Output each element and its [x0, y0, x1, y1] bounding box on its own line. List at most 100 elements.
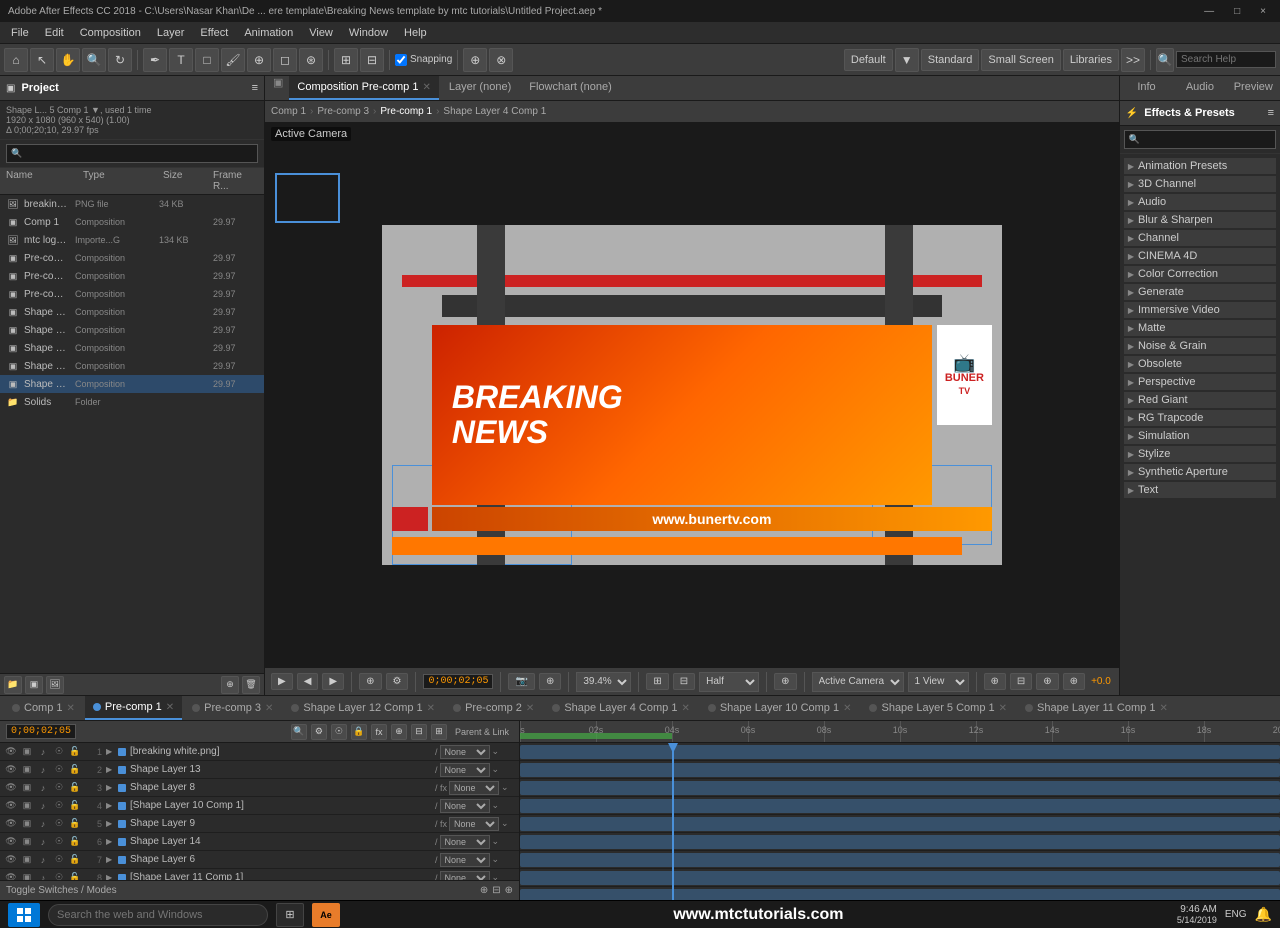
workspace-more[interactable]: >>: [1121, 48, 1145, 72]
breadcrumb-shapelayer4[interactable]: Shape Layer 4 Comp 1: [443, 106, 546, 117]
project-list-item[interactable]: 📁 Solids Folder: [0, 393, 264, 411]
video-btn[interactable]: ▣: [20, 853, 34, 867]
menu-edit[interactable]: Edit: [38, 25, 71, 41]
tl-layer-row[interactable]: 👁 ▣ ♪ ☉ 🔓 7 ▶ Shape Layer 6 / None ⌄: [0, 851, 519, 869]
preview-tab[interactable]: Preview: [1227, 76, 1280, 100]
eraser-tool[interactable]: ◻: [273, 48, 297, 72]
default-workspace[interactable]: Default: [844, 49, 893, 71]
graph-tool[interactable]: ⊟: [360, 48, 384, 72]
solo-btn[interactable]: ☉: [52, 781, 66, 795]
zoom-select[interactable]: 39.4% 50% 100%: [576, 672, 631, 692]
lock-btn[interactable]: 🔓: [68, 745, 82, 759]
audio-tab[interactable]: Audio: [1173, 76, 1226, 100]
comp-tab-flowchart[interactable]: Flowchart (none): [521, 76, 620, 100]
layer-expand[interactable]: ▶: [106, 873, 116, 880]
project-list-item[interactable]: ▣ Shape L...mp 1 Composition 29.97: [0, 303, 264, 321]
project-list-item[interactable]: ▣ Shape L...omp 1 Composition 29.97: [0, 339, 264, 357]
3d-tool[interactable]: ⊕: [463, 48, 487, 72]
eye-btn[interactable]: 👁: [4, 871, 18, 881]
effect-group-header[interactable]: ▶ Audio: [1124, 194, 1276, 210]
timecode-display[interactable]: 0;00;02;05: [423, 674, 493, 689]
eye-btn[interactable]: 👁: [4, 835, 18, 849]
tl-solo-btn[interactable]: ☉: [331, 724, 347, 740]
render-btn[interactable]: ⊕: [984, 673, 1006, 690]
tl-settings-btn[interactable]: ⚙: [311, 724, 327, 740]
tl-layer-row[interactable]: 👁 ▣ ♪ ☉ 🔓 1 ▶ [breaking white.png] / Non…: [0, 743, 519, 761]
tl-track[interactable]: [520, 779, 1280, 797]
quality-select[interactable]: Half Full Quarter: [699, 672, 759, 692]
menu-window[interactable]: Window: [342, 25, 395, 41]
audio-btn[interactable]: ♪: [36, 799, 50, 813]
effects-search-input[interactable]: [1144, 132, 1271, 147]
tl-effect-btn[interactable]: fx: [371, 724, 387, 740]
tl-layer-row[interactable]: 👁 ▣ ♪ ☉ 🔓 6 ▶ Shape Layer 14 / None ⌄: [0, 833, 519, 851]
audio-btn[interactable]: ♪: [36, 817, 50, 831]
comp-tab-close[interactable]: ✕: [422, 82, 430, 93]
layer-expand[interactable]: ▶: [106, 783, 116, 792]
camera-view-select[interactable]: Active Camera: [812, 672, 904, 692]
delete-btn[interactable]: 🗑: [242, 676, 260, 694]
menu-file[interactable]: File: [4, 25, 36, 41]
project-list-item[interactable]: ▣ Comp 1 Composition 29.97: [0, 213, 264, 231]
channels-btn[interactable]: ⊟: [673, 673, 695, 690]
menu-effect[interactable]: Effect: [193, 25, 235, 41]
effect-group-header[interactable]: ▶ CINEMA 4D: [1124, 248, 1276, 264]
effects-menu-btn[interactable]: ≡: [1268, 107, 1274, 119]
small-screen-workspace[interactable]: Small Screen: [981, 49, 1060, 71]
parent-select[interactable]: None: [449, 817, 499, 831]
solo-btn[interactable]: ☉: [52, 817, 66, 831]
tl-tab-shape10[interactable]: Shape Layer 10 Comp 1 ✕: [700, 696, 860, 720]
effect-group-header[interactable]: ▶ Immersive Video: [1124, 302, 1276, 318]
3d-btn[interactable]: ⊕: [774, 673, 796, 690]
tl-track[interactable]: [520, 815, 1280, 833]
tl-track[interactable]: [520, 869, 1280, 887]
tl-tab-shape11[interactable]: Shape Layer 11 Comp 1 ✕: [1017, 696, 1176, 720]
search-icon[interactable]: 🔍: [1156, 48, 1174, 72]
comp-tab-layer[interactable]: Layer (none): [441, 76, 519, 100]
tl-track[interactable]: [520, 761, 1280, 779]
tl-tab-comp1[interactable]: Comp 1 ✕: [4, 696, 83, 720]
snapping-checkbox[interactable]: [395, 54, 407, 66]
tl-blend-btn[interactable]: ⊕: [391, 724, 407, 740]
video-btn[interactable]: ▣: [20, 817, 34, 831]
new-folder-btn[interactable]: 📁: [4, 676, 22, 694]
breadcrumb-precomp3[interactable]: Pre-comp 3: [317, 106, 369, 117]
eye-btn[interactable]: 👁: [4, 781, 18, 795]
close-btn[interactable]: ×: [1254, 6, 1272, 17]
tl-tab-close[interactable]: ✕: [1159, 703, 1167, 714]
effect-group-header[interactable]: ▶ Blur & Sharpen: [1124, 212, 1276, 228]
audio-btn[interactable]: ♪: [36, 871, 50, 881]
menu-help[interactable]: Help: [397, 25, 434, 41]
parent-select[interactable]: None: [440, 745, 490, 759]
effect-group-header[interactable]: ▶ Red Giant: [1124, 392, 1276, 408]
search-help-input[interactable]: [1176, 51, 1276, 68]
motion-tool[interactable]: ⊗: [489, 48, 513, 72]
timecode-label[interactable]: 0;00;02;05: [6, 724, 76, 739]
select-tool[interactable]: ↖: [30, 48, 54, 72]
workspace-expand[interactable]: ▼: [895, 48, 919, 72]
tl-tab-close[interactable]: ✕: [843, 703, 851, 714]
tl-btn-2[interactable]: ⊟: [492, 885, 500, 896]
play-btn[interactable]: ▶: [271, 673, 293, 690]
solo-btn[interactable]: ☉: [52, 799, 66, 813]
tl-layer-row[interactable]: 👁 ▣ ♪ ☉ 🔓 3 ▶ Shape Layer 8 / fx None ⌄: [0, 779, 519, 797]
layer-expand[interactable]: ▶: [106, 747, 116, 756]
effect-group-header[interactable]: ▶ Animation Presets: [1124, 158, 1276, 174]
tl-tab-shape12[interactable]: Shape Layer 12 Comp 1 ✕: [283, 696, 443, 720]
effect-group-header[interactable]: ▶ 3D Channel: [1124, 176, 1276, 192]
lock-btn[interactable]: 🔓: [68, 871, 82, 881]
camera-btn[interactable]: 📷: [508, 673, 534, 690]
tl-tab-close[interactable]: ✕: [67, 703, 75, 714]
tl-layer-row[interactable]: 👁 ▣ ♪ ☉ 🔓 2 ▶ Shape Layer 13 / None ⌄: [0, 761, 519, 779]
breadcrumb-comp1[interactable]: Comp 1: [271, 106, 306, 117]
tl-tab-close[interactable]: ✕: [526, 703, 534, 714]
layer-expand[interactable]: ▶: [106, 855, 116, 864]
project-list-item[interactable]: ▣ Shape L...omp 1 Composition 29.97: [0, 321, 264, 339]
text-tool[interactable]: T: [169, 48, 193, 72]
effect-group-header[interactable]: ▶ Channel: [1124, 230, 1276, 246]
parent-select[interactable]: None: [449, 781, 499, 795]
interpret-btn[interactable]: ⊕: [221, 676, 239, 694]
audio-btn[interactable]: ♪: [36, 853, 50, 867]
eye-btn[interactable]: 👁: [4, 799, 18, 813]
project-list-item[interactable]: ▣ Pre-comp 1 Composition 29.97: [0, 249, 264, 267]
